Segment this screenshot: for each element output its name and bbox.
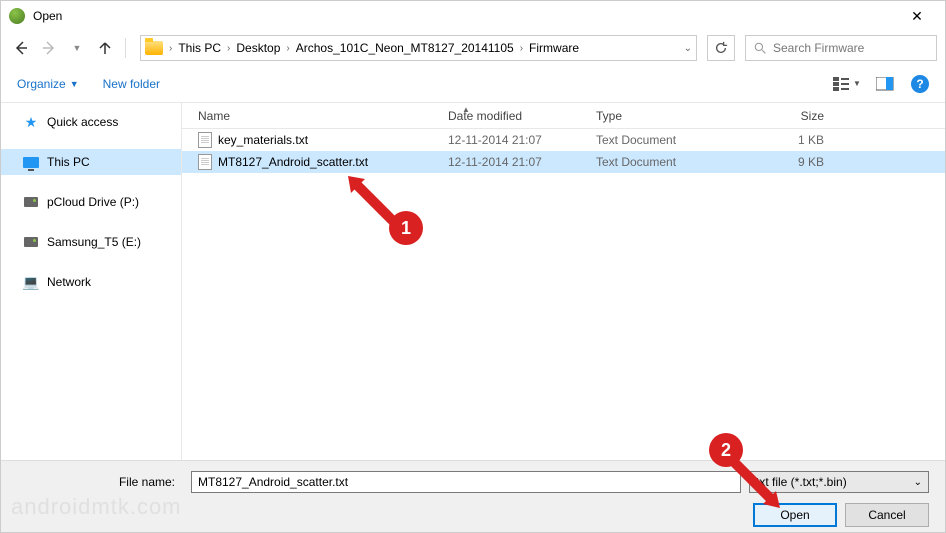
file-row[interactable]: key_materials.txt 12-11-2014 21:07 Text … bbox=[182, 129, 945, 151]
sidebar-quick-access[interactable]: ★ Quick access bbox=[1, 109, 181, 135]
file-type: Text Document bbox=[596, 133, 744, 147]
sidebar: ★ Quick access This PC pCloud Drive (P:)… bbox=[1, 103, 182, 463]
drive-icon bbox=[24, 197, 38, 207]
titlebar: Open ✕ bbox=[1, 1, 945, 31]
column-size[interactable]: Size bbox=[744, 109, 824, 123]
sidebar-label: Network bbox=[47, 275, 91, 289]
sidebar-label: Samsung_T5 (E:) bbox=[47, 235, 141, 249]
breadcrumb-part[interactable]: Desktop bbox=[236, 41, 280, 55]
navbar: ▼ › This PC › Desktop › Archos_101C_Neon… bbox=[1, 31, 945, 65]
chevron-icon[interactable]: › bbox=[169, 43, 172, 54]
star-icon: ★ bbox=[25, 114, 38, 131]
cancel-button[interactable]: Cancel bbox=[845, 503, 929, 527]
preview-pane-button[interactable] bbox=[869, 72, 901, 96]
monitor-icon bbox=[23, 157, 39, 168]
sidebar-label: Quick access bbox=[47, 115, 118, 129]
new-folder-button[interactable]: New folder bbox=[103, 77, 160, 91]
text-file-icon bbox=[198, 132, 212, 148]
breadcrumb-part[interactable]: Archos_101C_Neon_MT8127_20141105 bbox=[296, 41, 514, 55]
sidebar-this-pc[interactable]: This PC bbox=[1, 149, 181, 175]
sidebar-network[interactable]: 💻 Network bbox=[1, 269, 181, 295]
chevron-down-icon: ⌄ bbox=[914, 477, 922, 488]
watermark: androidmtk.com bbox=[11, 494, 182, 520]
search-icon bbox=[754, 42, 767, 55]
file-size: 9 KB bbox=[744, 155, 824, 169]
breadcrumb-part[interactable]: Firmware bbox=[529, 41, 579, 55]
filetype-filter[interactable]: txt file (*.txt;*.bin) ⌄ bbox=[749, 471, 929, 493]
organize-button[interactable]: Organize▼ bbox=[17, 77, 79, 91]
window-title: Open bbox=[33, 9, 897, 23]
forward-button[interactable] bbox=[37, 36, 61, 60]
file-date: 12-11-2014 21:07 bbox=[448, 155, 596, 169]
sidebar-label: This PC bbox=[47, 155, 90, 169]
drive-icon bbox=[24, 237, 38, 247]
filename-label: File name: bbox=[17, 475, 183, 489]
column-date[interactable]: Date modified bbox=[448, 109, 596, 123]
back-button[interactable] bbox=[9, 36, 33, 60]
separator bbox=[125, 38, 126, 58]
sidebar-pcloud-drive[interactable]: pCloud Drive (P:) bbox=[1, 189, 181, 215]
filter-text: txt file (*.txt;*.bin) bbox=[756, 475, 847, 489]
chevron-icon[interactable]: › bbox=[227, 43, 230, 54]
column-name[interactable]: Name bbox=[198, 109, 448, 123]
column-headers: Name Date modified Type Size bbox=[182, 103, 945, 129]
search-input[interactable]: Search Firmware bbox=[745, 35, 937, 61]
file-date: 12-11-2014 21:07 bbox=[448, 133, 596, 147]
network-icon: 💻 bbox=[22, 274, 39, 291]
app-icon bbox=[9, 8, 25, 24]
sort-indicator-icon: ▲ bbox=[462, 105, 470, 114]
help-button[interactable]: ? bbox=[911, 75, 929, 93]
search-placeholder: Search Firmware bbox=[773, 41, 864, 55]
address-bar[interactable]: › This PC › Desktop › Archos_101C_Neon_M… bbox=[140, 35, 697, 61]
text-file-icon bbox=[198, 154, 212, 170]
file-name: MT8127_Android_scatter.txt bbox=[218, 155, 448, 169]
file-type: Text Document bbox=[596, 155, 744, 169]
file-size: 1 KB bbox=[744, 133, 824, 147]
recent-dropdown[interactable]: ▼ bbox=[65, 36, 89, 60]
file-row[interactable]: MT8127_Android_scatter.txt 12-11-2014 21… bbox=[182, 151, 945, 173]
chevron-icon[interactable]: › bbox=[520, 43, 523, 54]
main-area: ★ Quick access This PC pCloud Drive (P:)… bbox=[1, 103, 945, 463]
chevron-icon[interactable]: › bbox=[286, 43, 289, 54]
up-button[interactable] bbox=[93, 36, 117, 60]
column-type[interactable]: Type bbox=[596, 109, 744, 123]
open-button[interactable]: Open bbox=[753, 503, 837, 527]
close-button[interactable]: ✕ bbox=[897, 2, 937, 30]
sidebar-samsung-drive[interactable]: Samsung_T5 (E:) bbox=[1, 229, 181, 255]
chevron-down-icon[interactable]: ⌄ bbox=[684, 43, 692, 54]
file-name: key_materials.txt bbox=[218, 133, 448, 147]
folder-icon bbox=[145, 41, 163, 55]
toolbar: Organize▼ New folder ▼ ? bbox=[1, 65, 945, 103]
view-options-button[interactable]: ▼ bbox=[831, 72, 863, 96]
file-list: ▲ Name Date modified Type Size key_mater… bbox=[182, 103, 945, 463]
breadcrumb-root[interactable]: This PC bbox=[178, 41, 221, 55]
refresh-button[interactable] bbox=[707, 35, 735, 61]
sidebar-label: pCloud Drive (P:) bbox=[47, 195, 139, 209]
filename-input[interactable] bbox=[191, 471, 741, 493]
